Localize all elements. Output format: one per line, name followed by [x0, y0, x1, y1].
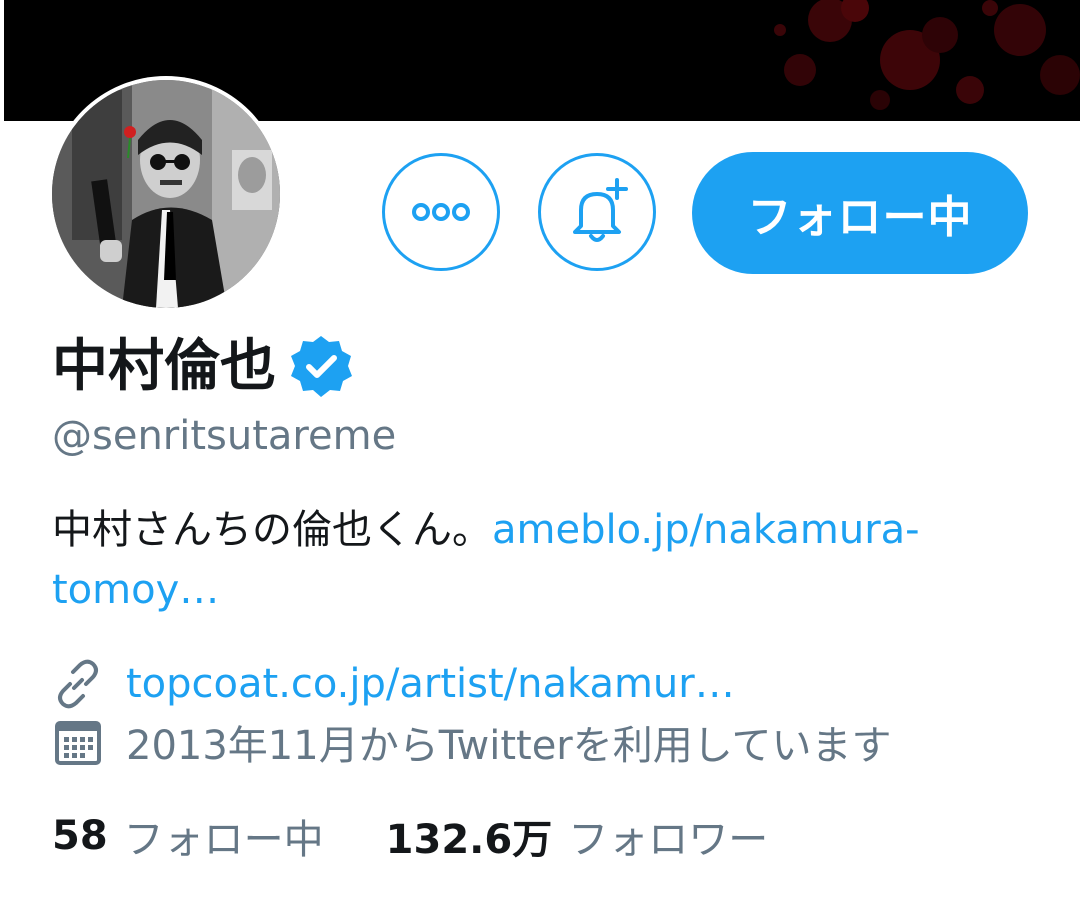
banner-blood-splatter [774, 0, 1080, 110]
following-label: フォロー中 [123, 817, 324, 863]
joined-row: 2013年11月からTwitterを利用しています [52, 714, 892, 770]
website-row: topcoat.co.jp/artist/nakamur… [52, 656, 735, 712]
avatar-photo [52, 80, 280, 308]
bio: 中村さんちの倫也くん。ameblo.jp/nakamura-tomoy… [52, 500, 1042, 620]
followers-label: フォロワー [568, 817, 769, 863]
website-link[interactable]: topcoat.co.jp/artist/nakamur… [126, 661, 735, 707]
profile-page: フォロー中 中村倫也 @senritsutareme 中村さんちの倫也くん。am… [0, 0, 1080, 901]
display-name: 中村倫也 [52, 334, 276, 399]
user-handle: @senritsutareme [52, 413, 397, 459]
following-button[interactable]: フォロー中 [692, 152, 1028, 274]
calendar-icon [55, 721, 101, 765]
followers-count: 132.6万 [385, 817, 553, 863]
follow-stats: 58 フォロー中 132.6万 フォロワー [52, 808, 768, 864]
following-stat[interactable]: 58 フォロー中 [52, 807, 324, 865]
followers-stat[interactable]: 132.6万 フォロワー [386, 807, 769, 865]
following-count: 58 [52, 813, 108, 859]
link-icon [58, 659, 98, 709]
joined-date: 2013年11月からTwitterを利用しています [126, 723, 892, 769]
bell-plus-icon [573, 178, 628, 242]
name-row: 中村倫也 [52, 332, 356, 402]
more-dots-icon [412, 203, 470, 221]
verified-badge-icon [291, 336, 352, 397]
avatar[interactable] [52, 80, 280, 308]
bio-text: 中村さんちの倫也くん。 [52, 507, 492, 553]
notifications-button[interactable] [538, 153, 656, 271]
more-options-button[interactable] [382, 153, 500, 271]
